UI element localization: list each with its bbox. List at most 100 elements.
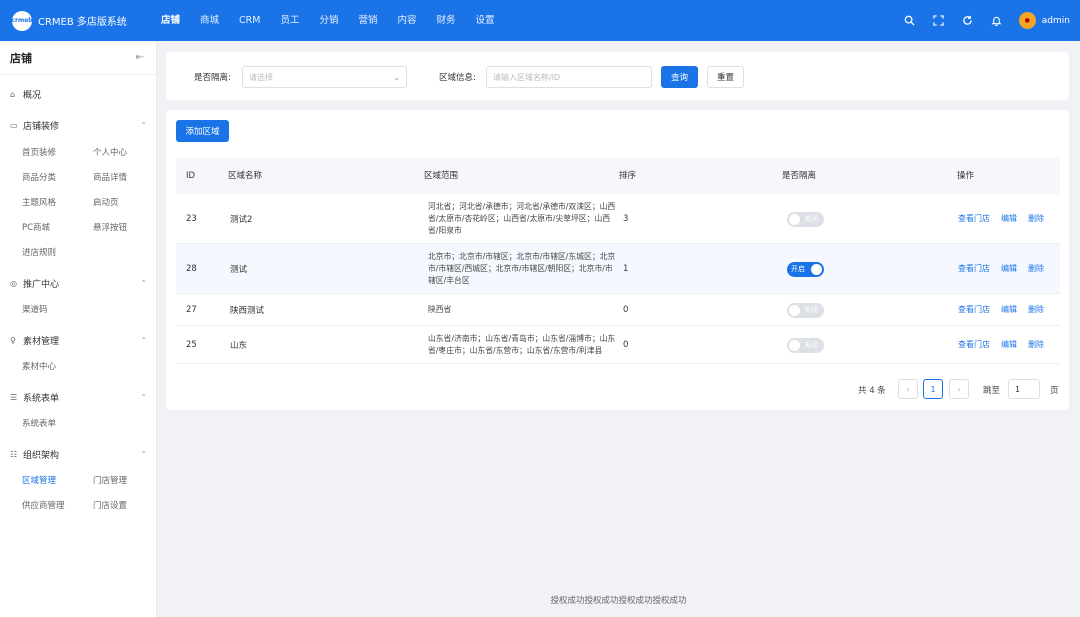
nav-staff[interactable]: 员工 (280, 0, 299, 41)
region-label: 区域信息: (439, 73, 476, 83)
switch-knob (811, 263, 822, 275)
edit-link[interactable]: 编辑 (1001, 244, 1017, 293)
nav-content[interactable]: 内容 (398, 0, 417, 41)
sidebar-group-material[interactable]: ♀ 素材管理 ⌃ (10, 334, 147, 347)
refresh-icon[interactable] (962, 15, 974, 27)
layout-icon: ▭ (10, 121, 18, 130)
switch-knob (789, 339, 800, 351)
sidebar-item-float-button[interactable]: 悬浮按钮 (93, 221, 127, 233)
region-search-input[interactable]: 请输入区域名称/ID (486, 66, 652, 88)
sidebar-item-store-settings[interactable]: 门店设置 (93, 499, 127, 511)
sidebar-header: 店铺 ⇤ (0, 41, 156, 75)
sidebar-item-store-management[interactable]: 门店管理 (93, 474, 127, 486)
chevron-down-icon: ⌄ (393, 72, 400, 82)
avatar[interactable]: ● (1018, 12, 1036, 29)
total-count: 共 4 条 (858, 386, 886, 396)
delete-link[interactable]: 删除 (1028, 194, 1044, 243)
edit-link[interactable]: 编辑 (1001, 294, 1017, 325)
col-name: 区域名称 (228, 171, 263, 181)
row-sort: 3 (623, 213, 629, 224)
row-id: 28 (186, 263, 197, 274)
sidebar-item-user-center[interactable]: 个人中心 (93, 146, 127, 158)
sidebar-item-product-category[interactable]: 商品分类 (22, 171, 56, 183)
delete-link[interactable]: 删除 (1028, 244, 1044, 293)
isolate-label: 是否隔离: (194, 73, 231, 83)
edit-link[interactable]: 编辑 (1001, 194, 1017, 243)
isolate-switch[interactable]: 关闭 (787, 337, 824, 353)
edit-link[interactable]: 编辑 (1001, 326, 1017, 363)
logo[interactable]: crmeb CRMEB 多店版系统 (0, 10, 157, 31)
row-range: 陕西省 (428, 304, 452, 314)
footer-text: 授权成功授权成功授权成功授权成功 (550, 596, 687, 606)
row-range: 河北省；河北省/承德市；河北省/承德市/双滦区；山西省/太原市/杏花岭区；山西省… (428, 201, 616, 235)
bell-icon[interactable] (991, 15, 1003, 27)
switch-knob (789, 304, 800, 316)
prev-page-button[interactable]: ‹ (898, 379, 918, 399)
top-toolbar: ● admin (887, 0, 1070, 41)
query-button[interactable]: 查询 (661, 66, 698, 88)
isolate-switch[interactable]: 关闭 (787, 302, 824, 318)
chevron-up-icon: ⌃ (140, 279, 147, 288)
row-id: 23 (186, 213, 197, 224)
nav-shop[interactable]: 店铺 (161, 0, 180, 41)
material-icon: ♀ (10, 336, 16, 345)
delete-link[interactable]: 删除 (1028, 294, 1044, 325)
switch-knob (789, 213, 800, 225)
isolate-switch[interactable]: 关闭 (787, 211, 824, 227)
jump-label: 跳至 (983, 386, 1001, 396)
sidebar-item-overview[interactable]: ⌂ 概况 (10, 88, 41, 101)
view-stores-link[interactable]: 查看门店 (958, 326, 990, 363)
page-suffix: 页 (1050, 386, 1059, 396)
sidebar-item-splash[interactable]: 启动页 (93, 196, 119, 208)
row-range: 北京市；北京市/市辖区；北京市/市辖区/东城区；北京市/市辖区/西城区；北京市/… (428, 251, 616, 285)
sidebar-item-supplier-management[interactable]: 供应商管理 (22, 499, 65, 511)
sidebar-item-product-detail[interactable]: 商品详情 (93, 171, 127, 183)
nav-mall[interactable]: 商城 (200, 0, 219, 41)
next-page-button[interactable]: › (949, 379, 969, 399)
collapse-icon[interactable]: ⇤ (136, 52, 144, 63)
sidebar-group-promotion[interactable]: ◎ 推广中心 ⌃ (10, 277, 147, 290)
sidebar-item-channel-code[interactable]: 渠道码 (22, 303, 48, 315)
col-id: ID (186, 171, 196, 181)
reset-button[interactable]: 重置 (707, 66, 744, 88)
nav-marketing[interactable]: 营销 (359, 0, 378, 41)
delete-link[interactable]: 删除 (1028, 326, 1044, 363)
nav-crm[interactable]: CRM (239, 0, 260, 41)
form-icon: ☰ (10, 393, 18, 402)
row-sort: 1 (623, 263, 629, 274)
sidebar-item-pc-mall[interactable]: PC商城 (22, 221, 50, 233)
sidebar-group-forms[interactable]: ☰ 系统表单 ⌃ (10, 391, 147, 404)
row-id: 25 (186, 339, 197, 350)
region-table-panel: 添加区域 ID 区域名称 区域范围 排序 是否隔离 操作 23 测试2 河北省；… (166, 110, 1069, 410)
isolate-switch[interactable]: 开启 (787, 261, 824, 277)
chevron-up-icon: ⌃ (140, 121, 147, 130)
sidebar-item-home-decoration[interactable]: 首页装修 (22, 146, 56, 158)
sidebar-item-material-center[interactable]: 素材中心 (22, 360, 56, 372)
sidebar-group-organization[interactable]: ☷ 组织架构 ⌃ (10, 448, 147, 461)
nav-settings[interactable]: 设置 (476, 0, 495, 41)
jump-page-input[interactable]: 1 (1008, 379, 1040, 399)
nav-distribution[interactable]: 分销 (319, 0, 338, 41)
view-stores-link[interactable]: 查看门店 (958, 294, 990, 325)
logo-mark: crmeb (11, 10, 33, 31)
fullscreen-icon[interactable] (933, 15, 945, 27)
table-header: ID 区域名称 区域范围 排序 是否隔离 操作 (176, 158, 1060, 194)
view-stores-link[interactable]: 查看门店 (958, 244, 990, 293)
sidebar-item-entry-rules[interactable]: 进店规则 (22, 246, 56, 258)
isolate-select[interactable]: 请选择 ⌄ (242, 66, 407, 88)
sidebar-group-decoration[interactable]: ▭ 店铺装修 ⌃ (10, 119, 147, 132)
chevron-up-icon: ⌃ (140, 336, 147, 345)
row-name: 山东 (230, 340, 248, 351)
username[interactable]: admin (1042, 16, 1070, 26)
search-icon[interactable] (904, 15, 916, 27)
chevron-up-icon: ⌃ (140, 393, 147, 402)
nav-finance[interactable]: 财务 (437, 0, 456, 41)
sidebar-item-theme[interactable]: 主题风格 (22, 196, 56, 208)
view-stores-link[interactable]: 查看门店 (958, 194, 990, 243)
sidebar-item-region-management[interactable]: 区域管理 (22, 474, 56, 486)
add-region-button[interactable]: 添加区域 (176, 120, 229, 142)
main-nav: 店铺 商城 CRM 员工 分销 营销 内容 财务 设置 (161, 0, 515, 41)
page-button-current[interactable]: 1 (923, 379, 943, 399)
sidebar-item-system-form[interactable]: 系统表单 (22, 417, 56, 429)
table-row: 25 山东 山东省/济南市；山东省/青岛市；山东省/淄博市；山东省/枣庄市；山东… (176, 326, 1060, 364)
